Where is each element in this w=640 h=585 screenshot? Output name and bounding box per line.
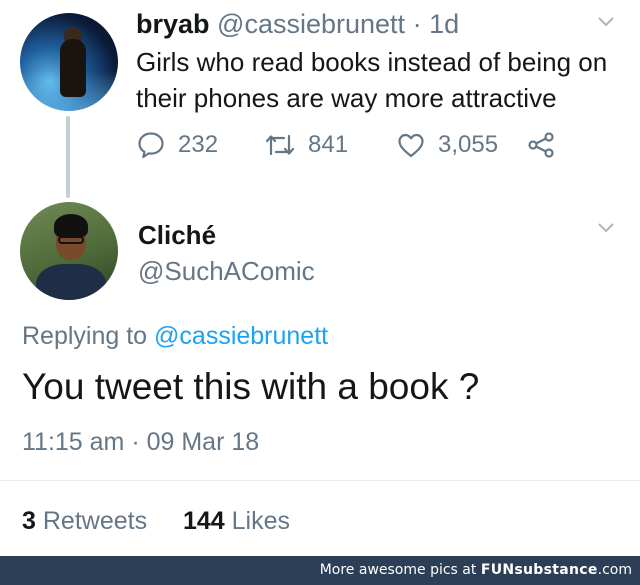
speech-bubble-icon <box>136 130 166 160</box>
likes-stat-count: 144 <box>182 507 225 535</box>
avatar-hair <box>54 214 88 238</box>
reply-display-name[interactable]: Cliché <box>138 220 216 251</box>
likes-stat[interactable]: 144 Likes <box>183 507 290 535</box>
watermark-prefix: More awesome pics at <box>319 562 477 578</box>
avatar-bryab[interactable] <box>20 13 118 111</box>
like-count: 3,055 <box>438 131 499 158</box>
stats-divider <box>0 480 640 481</box>
watermark-text: More awesome pics at FUNsubstance.com <box>320 562 632 578</box>
replying-to-line: Replying to @cassiebrunett <box>22 322 328 351</box>
avatar-glasses <box>58 236 84 244</box>
share-nodes-icon <box>526 130 556 160</box>
engagement-stats: 3 Retweets 144 Likes <box>22 507 290 536</box>
share-button[interactable] <box>526 130 556 160</box>
retweets-stat-count: 3 <box>22 507 36 535</box>
replying-to-mention[interactable]: @cassiebrunett <box>154 322 328 350</box>
chevron-down-icon[interactable] <box>598 16 614 30</box>
tweet-age[interactable]: 1d <box>429 9 459 39</box>
original-display-name[interactable]: bryab <box>136 9 210 39</box>
reply-tweet-text: You tweet this with a book ? <box>22 366 480 407</box>
original-tweet-text: Girls who read books instead of being on… <box>136 47 608 113</box>
like-button[interactable]: 3,055 <box>396 130 498 160</box>
replying-to-label: Replying to <box>22 322 148 350</box>
original-tweet-header: bryab @cassiebrunett · 1d <box>136 8 459 40</box>
reply-count: 232 <box>178 131 219 158</box>
header-separator: · <box>412 9 422 39</box>
watermark-logo: FUNsubstance <box>480 562 598 578</box>
reply-handle[interactable]: @SuchAComic <box>138 256 315 287</box>
avatar-shirt <box>36 264 106 300</box>
reply-timestamp[interactable]: 11:15 am · 09 Mar 18 <box>22 428 259 457</box>
heart-outline-icon <box>396 130 426 160</box>
retweets-stat[interactable]: 3 Retweets <box>22 507 154 535</box>
watermark-suffix: .com <box>597 562 632 578</box>
reply-button[interactable]: 232 <box>136 130 218 160</box>
avatar-figure <box>60 39 86 97</box>
retweet-arrows-icon <box>264 130 296 160</box>
watermark-bar: More awesome pics at FUNsubstance.com <box>0 556 640 585</box>
original-handle[interactable]: @cassiebrunett <box>217 9 405 39</box>
chevron-down-icon[interactable] <box>598 222 614 236</box>
avatar-suchacomic[interactable] <box>20 202 118 300</box>
retweet-button[interactable]: 841 <box>264 130 348 160</box>
retweets-stat-label: Retweets <box>42 507 148 535</box>
thread-connector-line <box>66 116 70 198</box>
retweet-count: 841 <box>308 131 349 158</box>
likes-stat-label: Likes <box>231 507 291 535</box>
